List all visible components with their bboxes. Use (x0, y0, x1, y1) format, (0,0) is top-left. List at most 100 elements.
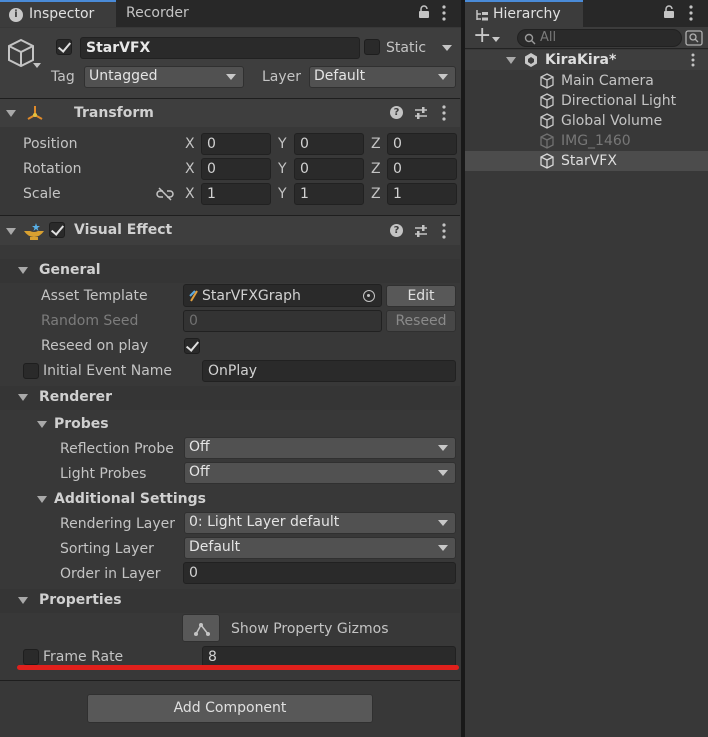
kebab-menu-icon[interactable] (691, 53, 695, 67)
additional-settings-title: Additional Settings (54, 491, 206, 507)
kebab-menu-icon[interactable] (689, 5, 693, 21)
hierarchy-search-input[interactable]: All (517, 29, 682, 47)
layer-label: Layer (262, 69, 302, 85)
order-in-layer-field[interactable]: 0 (183, 562, 456, 584)
rotation-y-field[interactable]: 0 (294, 158, 364, 180)
renderer-section-header[interactable]: Renderer (0, 386, 460, 410)
static-checkbox[interactable] (364, 39, 380, 55)
separator (0, 680, 460, 681)
object-name-field[interactable]: StarVFX (80, 37, 360, 59)
foldout-arrow-icon (18, 394, 28, 401)
sorting-layer-dropdown[interactable]: Default (184, 537, 456, 559)
lock-icon[interactable] (663, 5, 675, 19)
tag-value: Untagged (89, 68, 158, 84)
axis-x-label: X (185, 186, 195, 202)
initial-event-checkbox[interactable] (23, 363, 39, 379)
rotation-x-field[interactable]: 0 (201, 158, 271, 180)
unlinked-scale-icon[interactable] (156, 187, 174, 201)
hierarchy-item-label: Directional Light (561, 93, 677, 109)
unity-scene-icon (525, 53, 537, 67)
reseed-on-play-checkbox[interactable] (184, 338, 200, 354)
frame-rate-label: Frame Rate (43, 649, 124, 665)
reseed-button[interactable]: Reseed (386, 310, 456, 332)
general-section-header[interactable]: General (0, 259, 460, 283)
info-icon: i (9, 8, 23, 22)
axis-y-label: Y (278, 161, 287, 177)
tab-inspector[interactable]: i Inspector (0, 0, 116, 27)
gameobject-cube-icon (540, 93, 554, 109)
hierarchy-item-label: Global Volume (561, 113, 663, 129)
chevron-down-icon (492, 37, 500, 42)
help-icon[interactable]: ? (390, 224, 403, 237)
rendering-layer-label: Rendering Layer (60, 516, 175, 532)
hierarchy-item-img-1460[interactable]: IMG_1460 (465, 131, 708, 151)
random-seed-field[interactable]: 0 (183, 310, 382, 332)
properties-section-header[interactable]: Properties (0, 589, 460, 613)
transform-header[interactable]: Transform ? (0, 99, 460, 127)
asset-template-value: StarVFXGraph (202, 288, 301, 304)
initial-event-field[interactable]: OnPlay (202, 360, 456, 382)
light-probes-dropdown[interactable]: Off (184, 462, 456, 484)
kebab-menu-icon[interactable] (442, 5, 446, 21)
preset-sliders-icon[interactable] (414, 224, 428, 238)
general-title: General (39, 262, 101, 278)
chevron-down-icon (438, 545, 448, 551)
scale-x-field[interactable]: 1 (201, 183, 271, 205)
axis-x-label: X (185, 136, 195, 152)
hierarchy-list-icon (476, 10, 488, 21)
additional-settings-foldout[interactable]: Additional Settings (0, 488, 460, 510)
layer-dropdown[interactable]: Default (309, 66, 456, 88)
tag-dropdown[interactable]: Untagged (84, 66, 244, 88)
layer-value: Default (314, 68, 366, 84)
visual-effect-title: Visual Effect (74, 222, 173, 238)
tab-recorder[interactable]: Recorder (116, 0, 216, 27)
position-y-field[interactable]: 0 (294, 133, 364, 155)
highlight-underline (17, 665, 459, 670)
genie-lamp-icon (24, 223, 44, 240)
hierarchy-item-global-volume[interactable]: Global Volume (465, 111, 708, 131)
add-component-button[interactable]: Add Component (87, 694, 373, 723)
hierarchy-item-starvfx[interactable]: StarVFX (465, 151, 708, 171)
probes-foldout[interactable]: Probes (0, 413, 460, 435)
axis-y-label: Y (278, 186, 287, 202)
kebab-menu-icon[interactable] (442, 105, 446, 121)
vfx-asset-icon (189, 290, 198, 302)
light-probes-label: Light Probes (60, 466, 147, 482)
gameobject-cube-icon (8, 38, 34, 68)
scene-row[interactable]: KiraKira* (465, 50, 708, 70)
reflection-probe-dropdown[interactable]: Off (184, 437, 456, 459)
chevron-down-icon (438, 470, 448, 476)
add-object-button[interactable]: + (470, 24, 508, 49)
help-icon[interactable]: ? (390, 106, 403, 119)
scale-z-field[interactable]: 1 (387, 183, 457, 205)
lock-icon[interactable] (418, 5, 430, 19)
visual-effect-enabled-checkbox[interactable] (49, 222, 65, 238)
hierarchy-item-main-camera[interactable]: Main Camera (465, 71, 708, 91)
object-active-checkbox[interactable] (56, 39, 72, 55)
preset-sliders-icon[interactable] (414, 106, 428, 120)
visual-effect-header[interactable]: Visual Effect ? (0, 216, 460, 245)
rendering-layer-dropdown[interactable]: 0: Light Layer default (184, 512, 456, 534)
position-z-field[interactable]: 0 (387, 133, 457, 155)
sorting-layer-label: Sorting Layer (60, 541, 154, 557)
static-dropdown-arrow[interactable] (442, 45, 452, 51)
initial-event-label: Initial Event Name (43, 363, 173, 379)
search-by-type-icon[interactable] (685, 30, 703, 46)
hierarchy-item-directional-light[interactable]: Directional Light (465, 91, 708, 111)
icon-dropdown-arrow[interactable] (33, 63, 41, 68)
properties-title: Properties (39, 592, 122, 608)
foldout-arrow-icon (6, 110, 16, 117)
frame-rate-checkbox[interactable] (23, 649, 39, 665)
asset-template-field[interactable]: StarVFXGraph (183, 284, 382, 307)
scale-label: Scale (23, 186, 61, 202)
kebab-menu-icon[interactable] (442, 223, 446, 239)
object-picker-icon[interactable] (363, 290, 375, 302)
tab-recorder-label: Recorder (126, 5, 189, 21)
position-x-field[interactable]: 0 (201, 133, 271, 155)
scale-y-field[interactable]: 1 (294, 183, 364, 205)
gameobject-cube-icon (540, 153, 554, 169)
show-gizmos-button[interactable] (182, 614, 220, 642)
rotation-z-field[interactable]: 0 (387, 158, 457, 180)
axis-x-label: X (185, 161, 195, 177)
edit-button[interactable]: Edit (386, 285, 456, 307)
